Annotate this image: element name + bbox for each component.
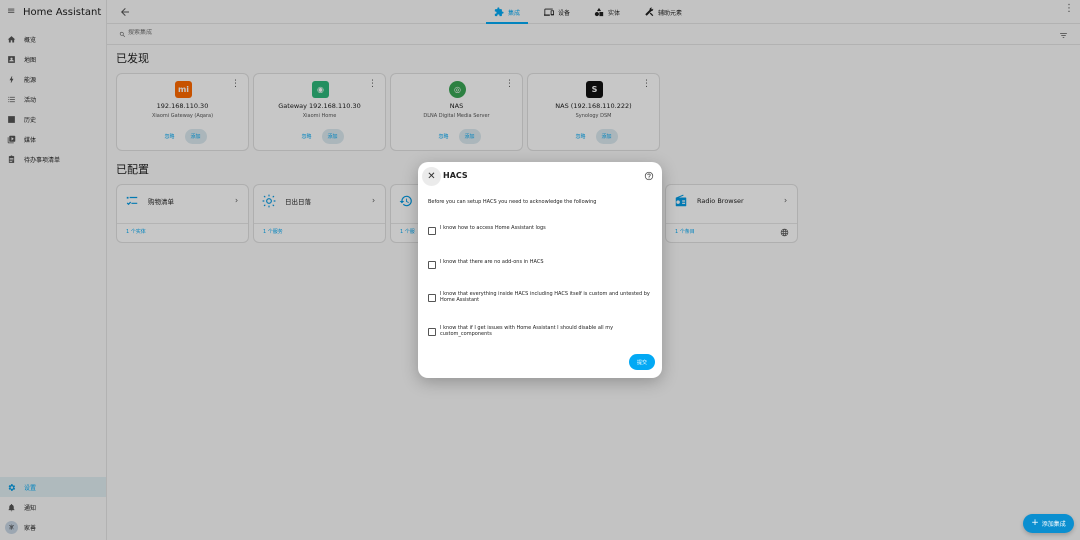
close-icon[interactable]: ✕ <box>422 167 441 186</box>
acknowledge-disable-row[interactable]: I know that if I get issues with Home As… <box>428 325 654 337</box>
acknowledge-logs-row[interactable]: I know how to access Home Assistant logs <box>428 225 654 235</box>
dialog-intro: Before you can setup HACS you need to ac… <box>428 199 597 205</box>
acknowledge-disable-checkbox[interactable] <box>428 328 436 336</box>
fab-label: 添加集成 <box>1041 521 1066 528</box>
add-integration-button[interactable]: + 添加集成 <box>1023 514 1074 533</box>
plus-icon: + <box>1031 518 1039 528</box>
help-icon[interactable] <box>644 171 654 181</box>
acknowledge-logs-checkbox[interactable] <box>428 227 436 235</box>
checkbox-label: I know that everything inside HACS inclu… <box>440 291 650 303</box>
checkbox-label: I know that there are no add-ons in HACS <box>440 259 544 265</box>
submit-button[interactable]: 提交 <box>629 354 655 370</box>
dialog-title: HACS <box>443 171 468 180</box>
checkbox-label: I know how to access Home Assistant logs <box>440 225 546 231</box>
acknowledge-addons-row[interactable]: I know that there are no add-ons in HACS <box>428 259 654 269</box>
acknowledge-custom-checkbox[interactable] <box>428 294 436 302</box>
acknowledge-addons-checkbox[interactable] <box>428 261 436 269</box>
checkbox-label: I know that if I get issues with Home As… <box>440 325 614 337</box>
hacs-dialog: ✕ HACS Before you can setup HACS you nee… <box>418 162 662 378</box>
acknowledge-custom-row[interactable]: I know that everything inside HACS inclu… <box>428 291 654 303</box>
